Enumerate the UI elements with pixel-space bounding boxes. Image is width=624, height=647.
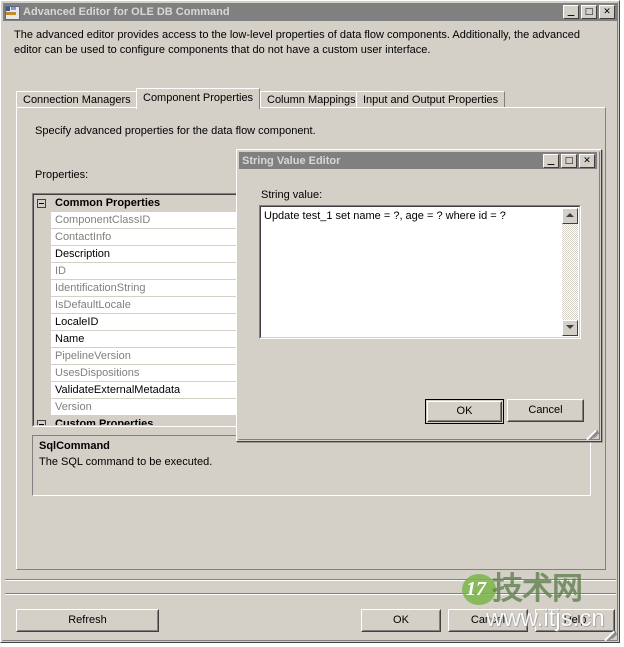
dialog-ok-button[interactable]: OK	[425, 399, 504, 424]
tab-connection-managers[interactable]: Connection Managers	[16, 91, 138, 108]
category-expander-cell[interactable]	[34, 416, 51, 425]
properties-label: Properties:	[35, 169, 89, 181]
property-name-cell: ValidateExternalMetadata	[51, 382, 251, 398]
property-name-cell: Version	[51, 399, 251, 415]
maximize-button[interactable]: □	[581, 5, 597, 19]
chevron-down-icon	[566, 325, 574, 329]
window-intro-text: The advanced editor provides access to t…	[14, 29, 581, 56]
collapse-minus-icon[interactable]	[37, 199, 46, 208]
dialog-ok-label: OK	[428, 402, 501, 421]
property-name-cell: Common Properties	[51, 195, 251, 211]
textarea-vertical-scrollbar[interactable]	[562, 208, 578, 336]
cancel-button-label: Cancel	[449, 610, 527, 631]
property-name-cell: Name	[51, 331, 251, 347]
row-gutter	[34, 382, 51, 398]
tabstrip: Connection Managers Component Properties…	[16, 88, 606, 109]
property-name-cell: Description	[51, 246, 251, 262]
scroll-up-button[interactable]	[562, 208, 578, 224]
string-value-label: String value:	[261, 189, 323, 201]
window-resize-grip[interactable]	[602, 626, 616, 642]
tab-column-mappings[interactable]: Column Mappings	[260, 91, 363, 108]
dialog-cancel-button[interactable]: Cancel	[507, 399, 584, 422]
row-gutter	[34, 348, 51, 364]
window-caption-buttons: _ □ ✕	[563, 2, 615, 19]
dialog-titlebar[interactable]: String Value Editor _ □ ✕	[239, 152, 597, 169]
string-value-textarea[interactable]: Update test_1 set name = ?, age = ? wher…	[259, 205, 581, 339]
row-gutter	[34, 263, 51, 279]
property-name-cell: PipelineVersion	[51, 348, 251, 364]
page-description: Specify advanced properties for the data…	[35, 125, 316, 137]
property-name-cell: UsesDispositions	[51, 365, 251, 381]
window-titlebar[interactable]: Advanced Editor for OLE DB Command _ □ ✕	[3, 3, 617, 21]
row-gutter	[34, 280, 51, 296]
property-name-cell: ContactInfo	[51, 229, 251, 245]
dialog-maximize-button[interactable]: □	[561, 153, 577, 168]
string-value-textarea-inner: Update test_1 set name = ?, age = ? wher…	[260, 206, 580, 338]
tab-input-and-output-properties[interactable]: Input and Output Properties	[356, 91, 506, 108]
cancel-button[interactable]: Cancel	[448, 609, 528, 632]
dialog-title: String Value Editor	[242, 154, 341, 167]
property-name-cell: ID	[51, 263, 251, 279]
property-name-cell: IsDefaultLocale	[51, 297, 251, 313]
tab-component-properties[interactable]: Component Properties	[136, 88, 261, 109]
dialog-close-button[interactable]: ✕	[579, 153, 595, 168]
refresh-button[interactable]: Refresh	[16, 609, 159, 632]
dialog-caption-buttons: _ □ ✕	[543, 150, 595, 168]
ok-button[interactable]: OK	[361, 609, 441, 632]
category-expander-cell[interactable]	[34, 195, 51, 211]
footer-separator-top	[5, 579, 616, 581]
ole-db-command-icon	[4, 4, 20, 20]
row-gutter	[34, 399, 51, 415]
close-icon: ✕	[583, 155, 591, 166]
dialog-minimize-button[interactable]: _	[543, 150, 559, 168]
string-value-editor-dialog: String Value Editor _ □ ✕ String value: …	[236, 149, 602, 442]
maximize-icon: □	[584, 7, 594, 17]
row-gutter	[34, 297, 51, 313]
help-panel-text: The SQL command to be executed.	[39, 456, 213, 468]
maximize-icon: □	[564, 155, 574, 166]
row-gutter	[34, 212, 51, 228]
chevron-up-icon	[566, 213, 574, 217]
row-gutter	[34, 331, 51, 347]
row-gutter	[34, 229, 51, 245]
minimize-icon: _	[567, 2, 575, 17]
scroll-down-button[interactable]	[562, 320, 578, 336]
dialog-cancel-label: Cancel	[508, 400, 583, 421]
close-button[interactable]: ✕	[599, 5, 615, 19]
footer-separator-bottom	[5, 593, 616, 595]
property-name-cell: Custom Properties	[51, 416, 251, 425]
property-name-cell: IdentificationString	[51, 280, 251, 296]
string-value-text: Update test_1 set name = ?, age = ? wher…	[264, 210, 506, 222]
window-title: Advanced Editor for OLE DB Command	[23, 6, 230, 18]
property-name-cell: LocaleID	[51, 314, 251, 330]
property-help-panel: SqlCommand The SQL command to be execute…	[32, 435, 591, 496]
minimize-button[interactable]: _	[563, 2, 579, 19]
minimize-icon: _	[547, 150, 555, 166]
row-gutter	[34, 365, 51, 381]
close-icon: ✕	[603, 7, 611, 17]
collapse-minus-icon[interactable]	[37, 420, 46, 425]
row-gutter	[34, 246, 51, 262]
refresh-button-label: Refresh	[17, 610, 158, 631]
help-panel-title: SqlCommand	[39, 440, 110, 452]
ok-button-label: OK	[362, 610, 440, 631]
dialog-resize-grip[interactable]	[584, 425, 598, 441]
property-name-cell: ComponentClassID	[51, 212, 251, 228]
row-gutter	[34, 314, 51, 330]
